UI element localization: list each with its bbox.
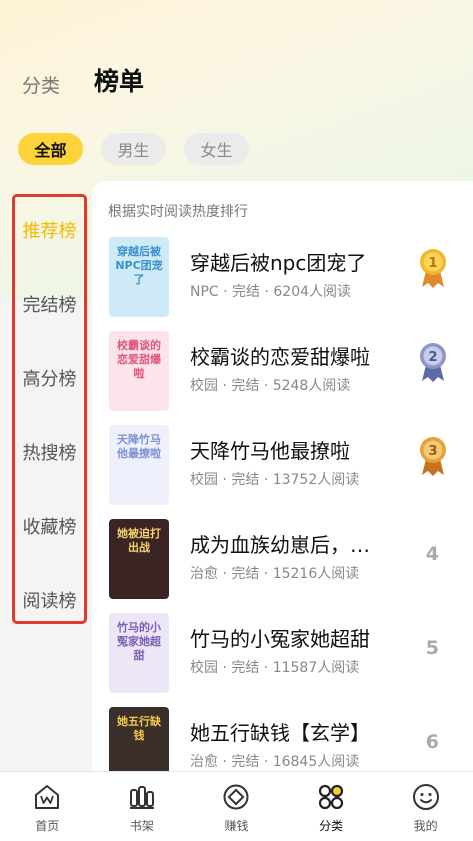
rank-number: 4 [425,543,439,565]
tab-ranking-wrap: 榜单 [94,62,144,100]
medal-number: 2 [428,350,437,365]
gold-medal-icon: 1 [420,249,446,288]
book-title: 她五行缺钱【玄学】 [190,721,370,745]
profile-icon [412,784,439,810]
gender-filters: 全部 男生 女生 [18,133,249,165]
book-row[interactable]: 她被迫打出战 成为血族幼崽后，… 治愈 · 完结 · 15216人阅读 4 [92,519,473,611]
book-cover-text: 她被迫打出战 [117,527,161,554]
book-row[interactable]: 穿越后被NPC团宠了 穿越后被npc团宠了 NPC · 完结 · 6204人阅读… [92,237,473,329]
book-meta: 治愈 · 完结 · 16845人阅读 [190,754,360,770]
silver-medal-icon: 2 [420,343,446,382]
book-title: 穿越后被npc团宠了 [190,251,367,275]
sidebar-item-high-score[interactable]: 高分榜 [15,365,84,391]
nav-earn[interactable]: 赚钱 [189,772,284,841]
book-meta: 治愈 · 完结 · 15216人阅读 [190,566,360,582]
book-title: 校霸谈的恋爱甜爆啦 [190,345,370,369]
earn-icon [223,784,249,810]
book-cover-text: 天降竹马他最撩啦 [117,433,161,460]
list-subtitle: 根据实时阅读热度排行 [108,204,248,220]
nav-profile[interactable]: 我的 [378,772,473,841]
book-cover-text: 她五行缺钱 [117,715,161,742]
nav-label: 首页 [35,819,60,833]
home-icon [35,785,60,809]
bottom-nav: 首页 书架 赚钱 分类 我的 [0,771,473,841]
ranking-sidebar: 推荐榜 完结榜 高分榜 热搜榜 收藏榜 阅读榜 [12,194,87,624]
nav-category[interactable]: 分类 [284,772,379,841]
book-cover-text: 校霸谈的恋爱甜爆啦 [117,339,161,380]
book-cover[interactable]: 穿越后被NPC团宠了 [109,237,169,317]
tab-ranking[interactable]: 榜单 [94,62,144,98]
sidebar-item-reading[interactable]: 阅读榜 [15,587,84,613]
book-meta: 校园 · 完结 · 13752人阅读 [190,472,360,488]
bookshelf-icon [129,786,154,809]
book-cover-text: 竹马的小冤家她超甜 [117,621,161,662]
nav-label: 赚钱 [224,819,249,833]
book-row[interactable]: 她五行缺钱 她五行缺钱【玄学】 治愈 · 完结 · 16845人阅读 6 [92,707,473,771]
filter-male-chip[interactable]: 男生 [101,133,166,165]
sidebar-item-recommend[interactable]: 推荐榜 [15,217,84,243]
sidebar-item-hot-search[interactable]: 热搜榜 [15,439,84,465]
book-meta: NPC · 完结 · 6204人阅读 [190,284,352,300]
book-cover[interactable]: 她五行缺钱 [109,707,169,771]
rank-number: 5 [425,637,439,659]
book-row[interactable]: 竹马的小冤家她超甜 竹马的小冤家她超甜 校园 · 完结 · 11587人阅读 5 [92,613,473,705]
medal-number: 1 [428,256,437,271]
nav-label: 书架 [129,819,154,833]
book-title: 天降竹马他最撩啦 [190,439,350,463]
category-icon [318,784,344,810]
book-cover[interactable]: 校霸谈的恋爱甜爆啦 [109,331,169,411]
book-row[interactable]: 天降竹马他最撩啦 天降竹马他最撩啦 校园 · 完结 · 13752人阅读 3 [92,425,473,517]
sidebar-item-completed[interactable]: 完结榜 [15,291,84,317]
ranking-list-card: 根据实时阅读热度排行 穿越后被NPC团宠了 穿越后被npc团宠了 NPC · 完… [92,181,473,771]
top-tabs: 分类 榜单 [22,62,144,100]
book-title: 竹马的小冤家她超甜 [190,627,370,651]
book-cover[interactable]: 她被迫打出战 [109,519,169,599]
bronze-medal-icon: 3 [420,437,446,476]
rank-number: 6 [425,731,439,753]
filter-all-chip[interactable]: 全部 [18,133,83,165]
book-cover[interactable]: 天降竹马他最撩啦 [109,425,169,505]
sidebar-item-favorites[interactable]: 收藏榜 [15,513,84,539]
nav-label: 我的 [413,819,438,833]
nav-label: 分类 [319,819,344,833]
tab-category[interactable]: 分类 [22,71,60,98]
nav-home[interactable]: 首页 [0,772,95,841]
book-meta: 校园 · 完结 · 11587人阅读 [190,660,360,676]
filter-female-chip[interactable]: 女生 [184,133,249,165]
book-row[interactable]: 校霸谈的恋爱甜爆啦 校霸谈的恋爱甜爆啦 校园 · 完结 · 5248人阅读 2 [92,331,473,423]
medal-number: 3 [428,444,437,459]
book-meta: 校园 · 完结 · 5248人阅读 [190,378,351,394]
book-title: 成为血族幼崽后，… [190,533,370,557]
book-cover[interactable]: 竹马的小冤家她超甜 [109,613,169,693]
book-cover-text: 穿越后被NPC团宠了 [115,245,163,286]
nav-bookshelf[interactable]: 书架 [95,772,190,841]
